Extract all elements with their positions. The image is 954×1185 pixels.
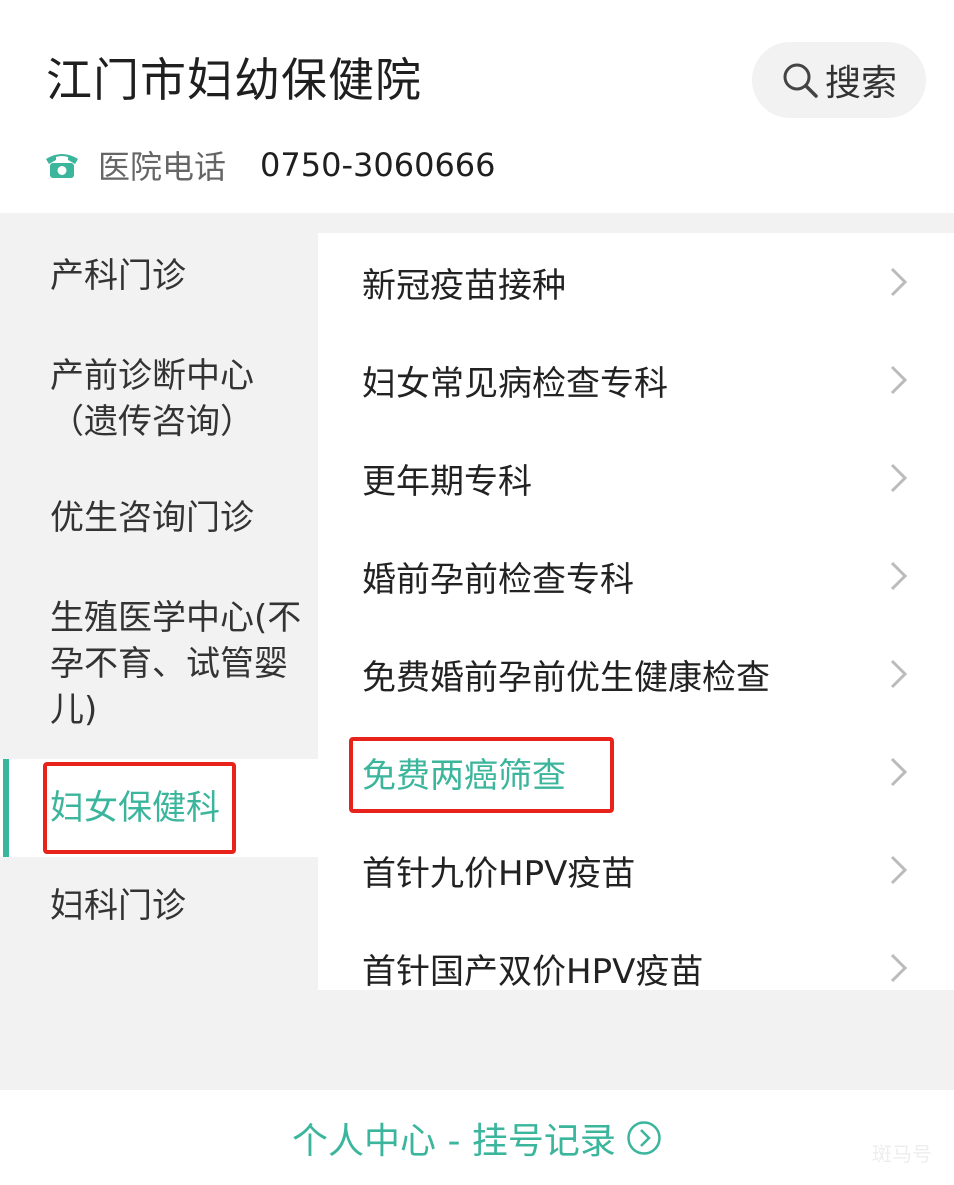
sidebar-item-label: 产科门诊 [50, 256, 186, 296]
search-button[interactable]: 搜索 [752, 42, 926, 118]
sidebar-item-eugenics-consult[interactable]: 优生咨询门诊 [0, 495, 318, 541]
sidebar-item-label-line: 儿) [50, 690, 98, 730]
content-item-common-disease-check[interactable]: 妇女常见病检查专科 [318, 331, 954, 429]
content-item-menopause[interactable]: 更年期专科 [318, 429, 954, 527]
content-item-label: 新冠疫苗接种 [362, 265, 566, 306]
content-item-nine-valent-hpv[interactable]: 首针九价HPV疫苗 [318, 821, 954, 919]
search-icon [783, 63, 818, 98]
footer-link-label: 个人中心 - 挂号记录 [292, 1120, 616, 1162]
sidebar-item-label-line: 产前诊断中心 [50, 356, 254, 396]
sidebar-item-reproductive-center[interactable]: 生殖医学中心(不 孕不育、试管婴 儿) [0, 595, 318, 733]
chevron-right-icon [890, 659, 908, 689]
sidebar-item-label: 妇科门诊 [50, 886, 186, 926]
phone-icon [46, 154, 78, 178]
content-item-label: 免费两癌筛查 [362, 755, 566, 796]
content-item-label: 妇女常见病检查专科 [362, 363, 668, 404]
content-item-label: 免费婚前孕前优生健康检查 [362, 657, 770, 698]
sidebar-item-label-line: 生殖医学中心(不 [50, 598, 302, 638]
content-item-covid-vaccine[interactable]: 新冠疫苗接种 [318, 233, 954, 331]
chevron-right-icon [890, 267, 908, 297]
content-panel: 新冠疫苗接种 妇女常见病检查专科 更年期专科 婚前孕前检查专科 免费婚前孕前优生… [318, 233, 954, 990]
sidebar-item-obstetrics[interactable]: 产科门诊 [0, 253, 318, 299]
chevron-right-icon [890, 757, 908, 787]
chevron-right-icon [890, 855, 908, 885]
phone-number: 0750-3060666 [260, 146, 496, 184]
content-item-domestic-bivalent-hpv[interactable]: 首针国产双价HPV疫苗 [318, 919, 954, 990]
sidebar-item-prenatal-diagnosis[interactable]: 产前诊断中心 （遗传咨询） [0, 353, 318, 445]
chevron-right-icon [890, 463, 908, 493]
sidebar: 产科门诊 产前诊断中心 （遗传咨询） 优生咨询门诊 生殖医学中心(不 孕不育、试… [0, 233, 318, 1003]
content-item-label: 首针九价HPV疫苗 [362, 853, 636, 894]
personal-center-registration-link[interactable]: 个人中心 - 挂号记录 [0, 1090, 954, 1185]
sidebar-item-gynecology[interactable]: 妇科门诊 [0, 883, 318, 929]
department-browser: 产科门诊 产前诊断中心 （遗传咨询） 优生咨询门诊 生殖医学中心(不 孕不育、试… [0, 213, 954, 1090]
search-label: 搜索 [824, 63, 897, 104]
sidebar-item-womens-health[interactable]: 妇女保健科 [0, 759, 318, 857]
phone-label: 医院电话 [98, 148, 227, 186]
content-item-free-two-cancer-screening[interactable]: 免费两癌筛查 [318, 723, 954, 821]
hospital-phone-row[interactable]: 医院电话 0750-3060666 [44, 140, 496, 190]
content-item-label: 更年期专科 [362, 461, 532, 502]
header: 江门市妇幼保健院 搜索 医院电话 0750-3060666 [0, 0, 954, 213]
sidebar-item-label: 妇女保健科 [50, 788, 220, 828]
sidebar-item-label: 优生咨询门诊 [50, 498, 254, 538]
chevron-right-icon [890, 953, 908, 983]
content-item-free-premarital-health[interactable]: 免费婚前孕前优生健康检查 [318, 625, 954, 723]
footer: 个人中心 - 挂号记录 斑马号 [0, 1090, 954, 1185]
content-item-label: 婚前孕前检查专科 [362, 559, 634, 600]
sidebar-item-label-line: 孕不育、试管婴 [50, 644, 288, 684]
watermark: 斑马号 [872, 1142, 932, 1166]
content-item-label: 首针国产双价HPV疫苗 [362, 951, 704, 991]
circle-chevron-right-icon [627, 1120, 661, 1155]
hospital-title: 江门市妇幼保健院 [46, 53, 422, 107]
chevron-right-icon [890, 561, 908, 591]
active-indicator [3, 759, 9, 857]
content-item-premarital-check[interactable]: 婚前孕前检查专科 [318, 527, 954, 625]
sidebar-item-label-line: （遗传咨询） [50, 402, 254, 442]
chevron-right-icon [890, 365, 908, 395]
